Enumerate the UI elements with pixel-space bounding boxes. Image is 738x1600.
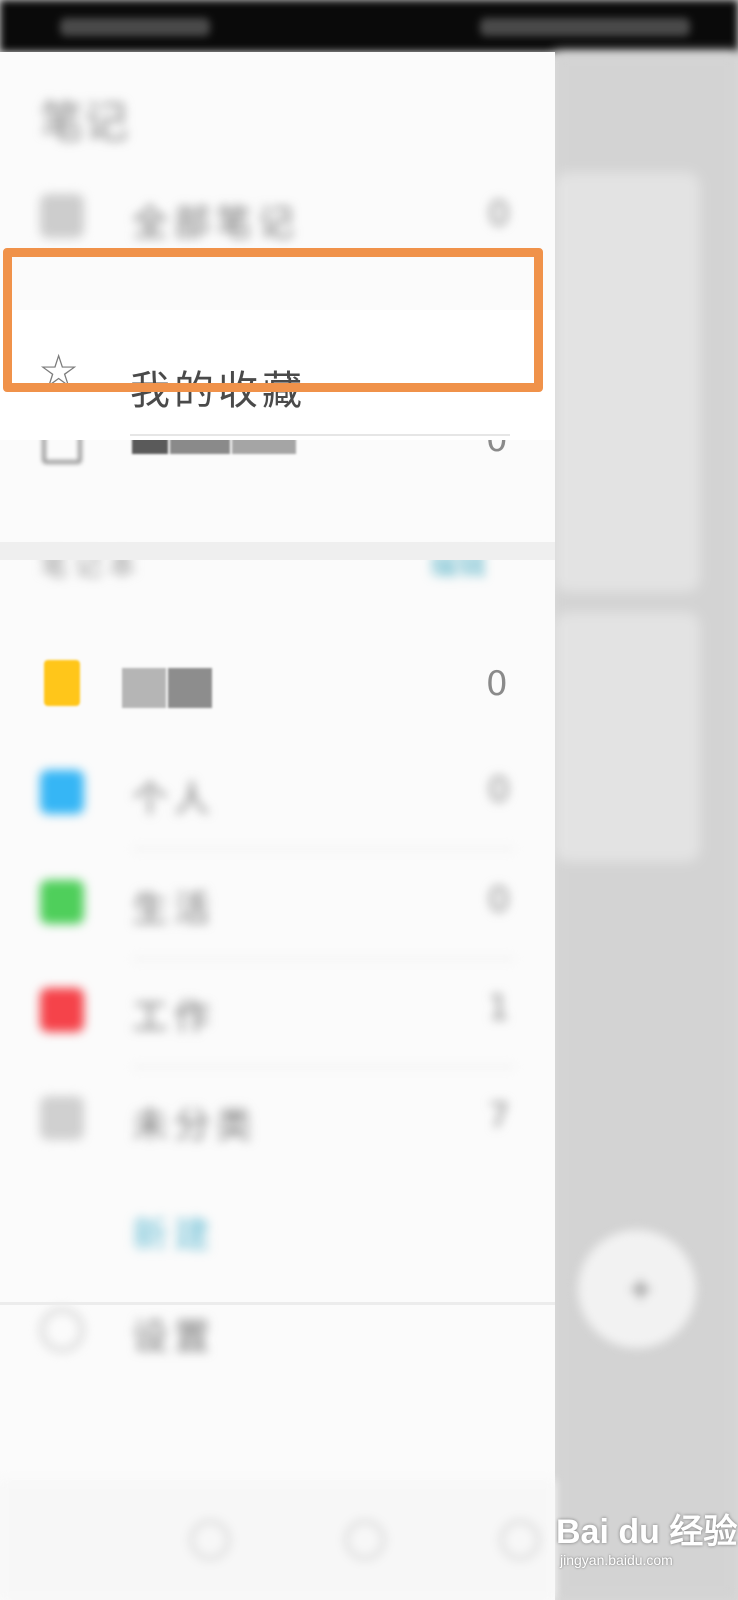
- notebook-count: 0: [488, 880, 510, 920]
- drawer-title: 笔记: [40, 97, 128, 148]
- new-notebook-button[interactable]: 新建: [0, 1176, 555, 1286]
- back-icon[interactable]: [190, 1520, 230, 1560]
- new-notebook-label: 新建: [132, 1215, 217, 1256]
- highlight-annotation: [3, 248, 543, 392]
- recents-icon[interactable]: [500, 1520, 540, 1560]
- row-divider: [130, 434, 510, 436]
- notebook-count: 0: [488, 770, 510, 810]
- add-note-button[interactable]: +: [578, 1230, 696, 1348]
- notebook-color-icon: [40, 770, 84, 814]
- home-icon[interactable]: [345, 1520, 385, 1560]
- notebook-count: 0: [486, 664, 508, 704]
- plus-icon: +: [628, 1272, 654, 1307]
- bookmark-icon: [44, 660, 80, 706]
- notebook-label: 个人: [132, 779, 217, 820]
- notebook-count: 7: [488, 1096, 510, 1136]
- settings-icon: [40, 1308, 84, 1352]
- settings-label: 设置: [132, 1317, 217, 1358]
- watermark-url: jingyan.baidu.com: [560, 1552, 673, 1568]
- notes-list-backdrop: [555, 52, 738, 1600]
- baidu-watermark-logo: Bai du 经验: [556, 1513, 738, 1551]
- notebook-item-personal[interactable]: 个人 0: [0, 740, 555, 850]
- notebook-item-life[interactable]: 生活 0: [0, 850, 555, 960]
- notebooks-section-header: 笔记本 编辑: [0, 514, 555, 624]
- notebook-item-work[interactable]: 工作 1: [0, 958, 555, 1068]
- status-bar: [0, 0, 738, 52]
- drawer-item-label: 全部笔记: [132, 203, 301, 244]
- notebook-label: 生活: [132, 889, 217, 930]
- notes-icon: [40, 194, 84, 238]
- notebook-label: 未分类: [132, 1105, 259, 1146]
- notebook-color-icon: [40, 880, 84, 924]
- drawer-item-count: 0: [488, 194, 510, 234]
- notebook-color-icon: [40, 988, 84, 1032]
- notebook-item-travel[interactable]: 0: [0, 630, 555, 740]
- settings-separator: [0, 1302, 555, 1305]
- clipboard-icon: [40, 1096, 84, 1140]
- system-navigation-bar: [0, 1480, 555, 1600]
- notebook-label: 工作: [132, 997, 217, 1038]
- notebook-item-uncategorized[interactable]: 未分类 7: [0, 1066, 555, 1176]
- section-separator: [0, 542, 555, 560]
- drawer-item-settings[interactable]: 设置: [0, 1278, 555, 1388]
- notebook-count: 1: [488, 988, 510, 1028]
